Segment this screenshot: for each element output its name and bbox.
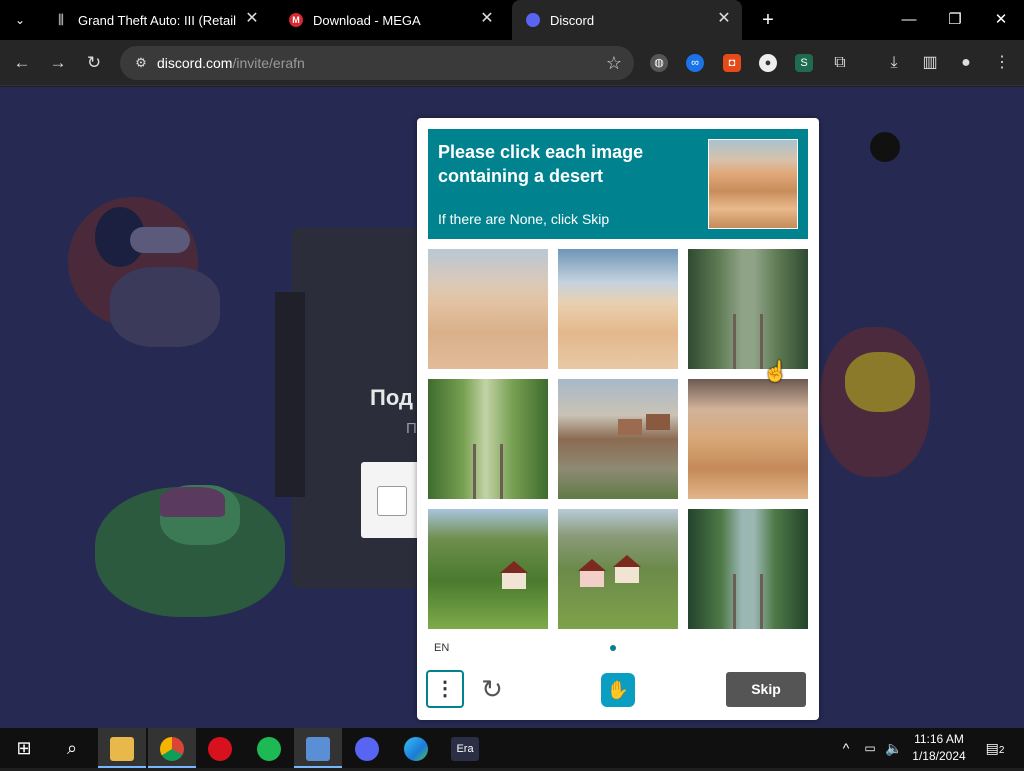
era-app-icon[interactable]: Era (441, 728, 489, 768)
columns-icon: ⫼ (58, 12, 64, 27)
discord-taskbar-icon[interactable] (343, 728, 391, 768)
profile-icon[interactable]: ● (955, 52, 977, 74)
spotify-icon[interactable] (245, 728, 293, 768)
house-shape (580, 571, 604, 587)
clock-date: 1/18/2024 (912, 749, 966, 763)
clock-time: 11:16 AM (914, 732, 964, 746)
hcaptcha-logo-icon[interactable]: ✋ (601, 673, 635, 707)
clock[interactable]: 11:16 AM 1/18/2024 (905, 731, 973, 765)
chrome-icon[interactable] (148, 728, 196, 768)
captcha-checkbox[interactable] (377, 486, 407, 516)
image-tile-forest-railway[interactable] (428, 379, 548, 499)
minimize-icon[interactable]: — (894, 8, 924, 32)
close-window-icon[interactable]: ✕ (986, 8, 1016, 32)
control-panel-icon[interactable] (294, 728, 342, 768)
image-tile-village-houses[interactable] (558, 509, 678, 629)
house-shape (615, 567, 639, 583)
house-shape (502, 573, 526, 589)
mega-icon: M (289, 13, 303, 27)
hcaptcha-challenge: Please click each image containing a des… (417, 118, 819, 720)
railway-track (733, 574, 763, 629)
image-tile-desert-road[interactable] (428, 249, 548, 369)
roof-shape (613, 555, 641, 567)
browser-toolbar: ← → ↻ ⚙ discord.com/invite/erafn ☆ ◍ ∞ ◘… (0, 40, 1024, 86)
restore-icon[interactable]: ❐ (940, 8, 970, 32)
orange-extension-icon[interactable]: ◘ (723, 54, 741, 72)
house-shape (646, 414, 670, 430)
challenge-prompt: Please click each image containing a des… (428, 129, 808, 239)
language-selector[interactable]: EN (434, 642, 449, 654)
railway-track (733, 314, 763, 369)
new-tab-button[interactable]: + (756, 8, 780, 32)
house-shape (618, 419, 642, 435)
prompt-hint: If there are None, click Skip (438, 211, 610, 227)
hand-cursor-icon: ☝ (763, 361, 788, 383)
windows-taskbar: ⊞ ⌕ Era ^ ▭ 🔈 11:16 AM 1/18/2024 ▤2 (0, 728, 1024, 768)
tab-search-chevron-icon[interactable]: ⌄ (8, 10, 32, 30)
close-tab-icon[interactable]: ✕ (244, 11, 260, 27)
network-icon[interactable]: ▭ (860, 728, 880, 768)
bookmark-star-icon[interactable]: ☆ (606, 53, 622, 73)
tab-title: Discord (550, 13, 595, 28)
speech-bubble (130, 227, 190, 253)
close-tab-icon[interactable]: ✕ (479, 11, 495, 27)
opera-icon[interactable] (196, 728, 244, 768)
tab-mega[interactable]: M Download - MEGA ✕ (275, 0, 505, 40)
illustration-frog-hat (160, 487, 225, 517)
discord-icon (526, 13, 540, 27)
volume-muted-icon[interactable]: 🔈 (884, 728, 904, 768)
railway-track (473, 444, 503, 499)
invite-heading: Под (370, 385, 413, 410)
url-text[interactable]: discord.com/invite/erafn (157, 55, 305, 71)
tab-title: Grand Theft Auto: III (Retail Edit (78, 13, 238, 28)
s-extension-icon[interactable]: S (795, 54, 813, 72)
illustration-body (110, 267, 220, 347)
image-tile-desert-dunes[interactable] (688, 379, 808, 499)
invite-card-edge (275, 292, 305, 497)
site-settings-icon[interactable]: ⚙ (132, 54, 150, 72)
tab-title: Download - MEGA (313, 13, 421, 28)
extensions-puzzle-icon[interactable]: ⧉ (829, 52, 851, 74)
skip-button[interactable]: Skip (726, 672, 806, 707)
roof-shape (500, 561, 528, 573)
tab-strip: ⌄ ⫼ Grand Theft Auto: III (Retail Edit ✕… (0, 0, 1024, 40)
tab-gta[interactable]: ⫼ Grand Theft Auto: III (Retail Edit ✕ (40, 0, 270, 40)
roof-shape (578, 559, 606, 571)
close-tab-icon[interactable]: ✕ (716, 11, 732, 27)
illustration-eyeball (870, 132, 900, 162)
refresh-challenge-icon[interactable]: ↻ (474, 671, 510, 707)
invite-subheading: П (406, 420, 417, 437)
globe-extension-icon[interactable]: ◍ (650, 54, 668, 72)
image-tile-countryside-house[interactable] (428, 509, 548, 629)
image-tile-forest-railway[interactable] (688, 249, 808, 369)
image-tile-village-road[interactable] (558, 379, 678, 499)
address-bar[interactable]: ⚙ discord.com/invite/erafn ☆ (120, 46, 634, 80)
search-icon[interactable]: ⌕ (48, 728, 96, 768)
edge-icon[interactable] (392, 728, 440, 768)
illustration-yellow-head (845, 352, 915, 412)
tab-discord[interactable]: Discord ✕ (512, 0, 742, 40)
dark-reader-extension-icon[interactable]: ● (759, 54, 777, 72)
start-windows-icon[interactable]: ⊞ (0, 728, 48, 768)
back-icon[interactable]: ← (10, 51, 34, 75)
file-explorer-icon[interactable] (98, 728, 146, 768)
prompt-text: Please click each image containing a des… (438, 142, 644, 186)
reload-icon[interactable]: ↻ (82, 51, 106, 75)
image-tile-forest-railway-river[interactable] (688, 509, 808, 629)
example-desert-image (708, 139, 798, 229)
download-icon[interactable]: ⤓ (883, 52, 905, 74)
image-tile-desert-dunes[interactable] (558, 249, 678, 369)
infinity-extension-icon[interactable]: ∞ (686, 54, 704, 72)
image-grid (428, 249, 808, 629)
side-panel-icon[interactable]: ▥ (919, 52, 941, 74)
challenge-menu-button[interactable]: ⋮ (426, 670, 464, 708)
more-menu-icon[interactable]: ⋮ (991, 52, 1013, 74)
forward-icon[interactable]: → (46, 51, 70, 75)
notifications-icon[interactable]: ▤2 (980, 728, 1010, 768)
show-hidden-icons-chevron-icon[interactable]: ^ (836, 728, 856, 768)
page-indicator-dot (610, 645, 616, 651)
